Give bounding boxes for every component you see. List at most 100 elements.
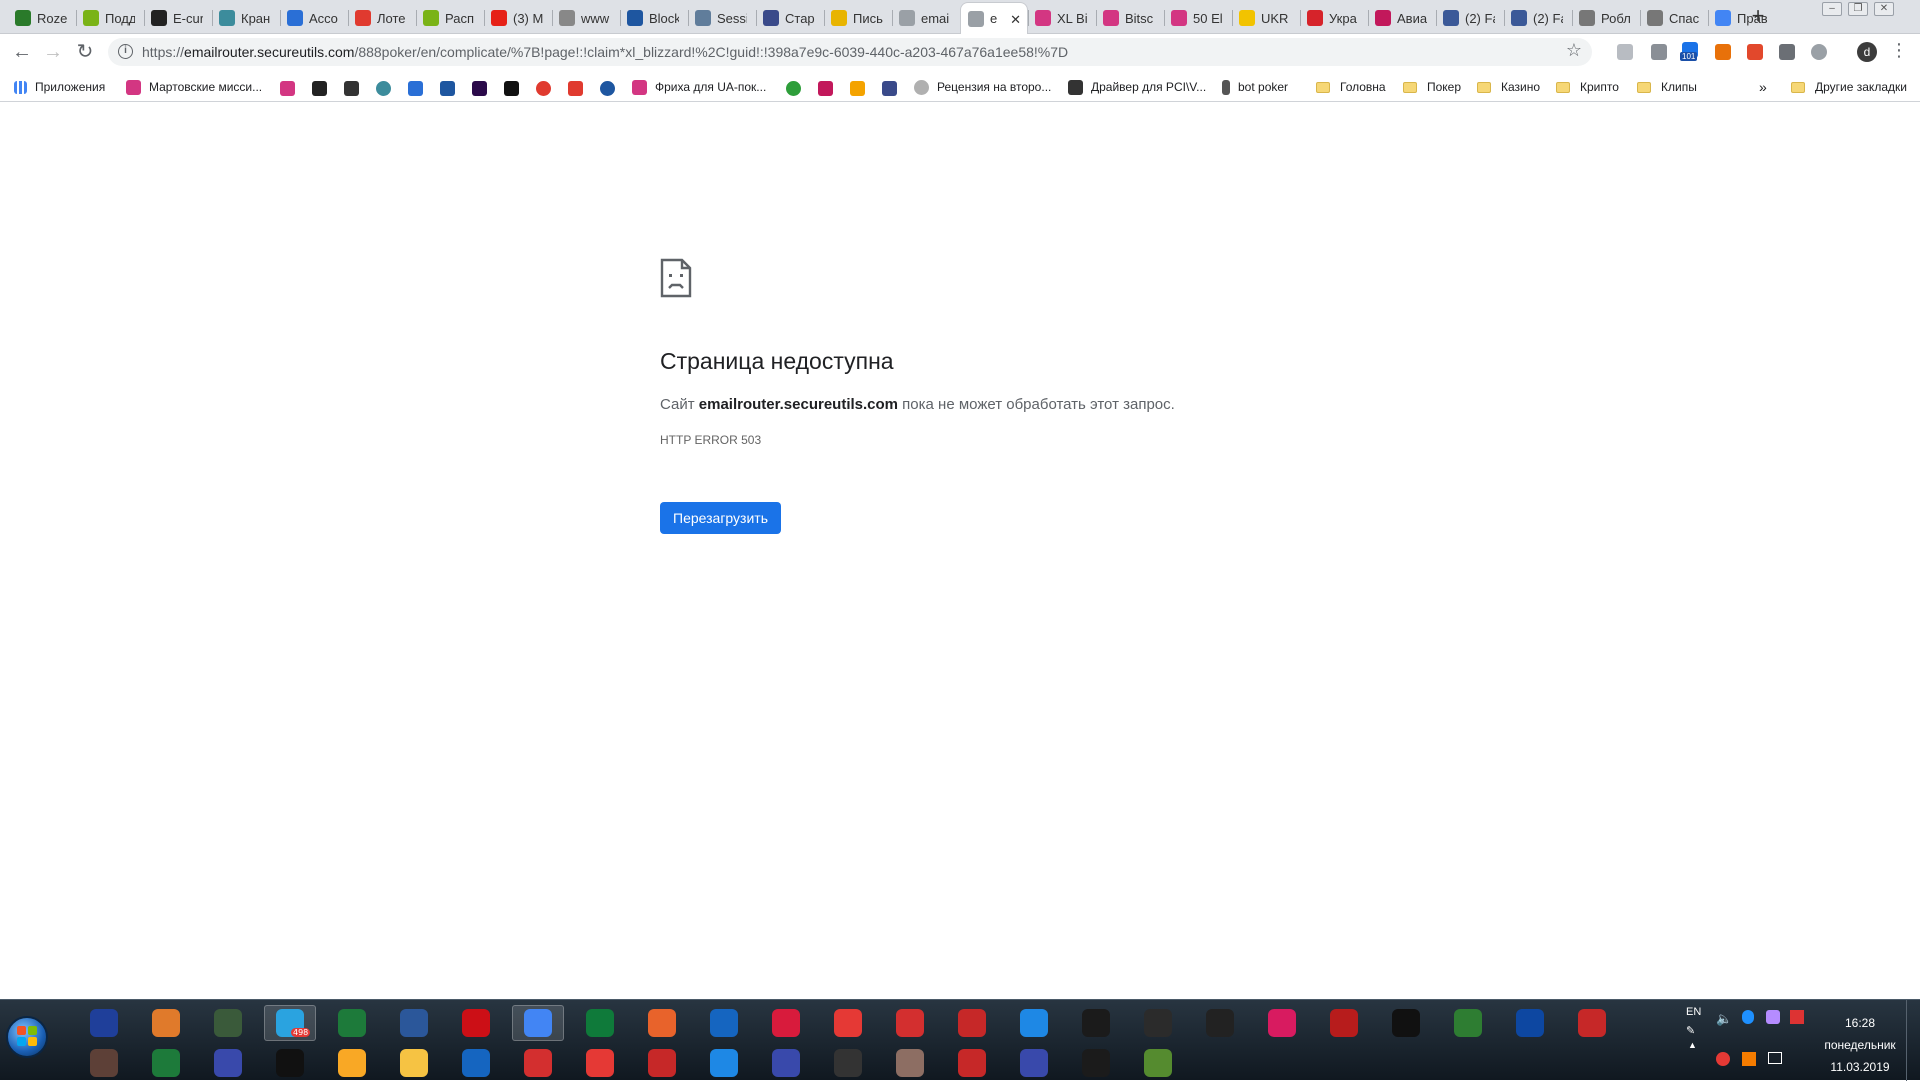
taskbar-app-button[interactable]	[202, 1045, 254, 1081]
taskbar-app-button[interactable]	[1380, 1005, 1432, 1041]
taskbar-app-button[interactable]	[202, 1005, 254, 1041]
taskbar-app-button[interactable]	[1504, 1005, 1556, 1041]
bookmark-icon-only[interactable]	[408, 81, 423, 96]
taskbar-app-button[interactable]	[78, 1005, 130, 1041]
action-center-icon[interactable]	[1768, 1052, 1782, 1064]
maximize-button[interactable]: ❐	[1848, 2, 1868, 16]
minimize-button[interactable]: –	[1822, 2, 1842, 16]
tab[interactable]: UKR	[1232, 2, 1300, 34]
bookmark-icon-only[interactable]	[376, 81, 391, 96]
taskbar-app-button[interactable]	[140, 1005, 192, 1041]
taskbar-app-button[interactable]	[1194, 1005, 1246, 1041]
start-button[interactable]	[6, 1016, 48, 1058]
tab[interactable]: Авиа	[1368, 2, 1436, 34]
reload-button[interactable]: Перезагрузить	[660, 502, 781, 534]
taskbar-app-button[interactable]	[574, 1005, 626, 1041]
bookmarks-overflow-chevron-icon[interactable]: »	[1759, 78, 1767, 96]
tray-pen-icon[interactable]: ✎	[1686, 1024, 1695, 1037]
taskbar-app-button[interactable]	[264, 1045, 316, 1081]
tab[interactable]: Block	[620, 2, 688, 34]
profile-avatar[interactable]: d	[1857, 42, 1877, 62]
bookmark-icon-only[interactable]	[786, 81, 801, 96]
tab[interactable]: emai	[892, 2, 960, 34]
tab[interactable]: Спас	[1640, 2, 1708, 34]
bookmark-icon-only[interactable]	[440, 81, 455, 96]
tab[interactable]: Acco	[280, 2, 348, 34]
taskbar-app-button[interactable]	[388, 1005, 440, 1041]
bookmark-folder-golovna[interactable]: Головна	[1316, 78, 1386, 96]
taskbar-app-button[interactable]	[1442, 1005, 1494, 1041]
taskbar-app-button[interactable]	[884, 1045, 936, 1081]
taskbar-app-button[interactable]	[636, 1045, 688, 1081]
reload-icon[interactable]: ↻	[73, 40, 97, 64]
forward-arrow-icon[interactable]: →	[41, 40, 65, 64]
taskbar-app-button[interactable]	[822, 1005, 874, 1041]
tab[interactable]: E-cur	[144, 2, 212, 34]
ublock-extension-icon[interactable]	[1747, 44, 1763, 60]
show-desktop-button[interactable]	[1906, 1000, 1920, 1081]
taskbar-app-button[interactable]	[1070, 1045, 1122, 1081]
taskbar-app-button[interactable]	[1070, 1005, 1122, 1041]
tab[interactable]: www	[552, 2, 620, 34]
taskbar-app-button[interactable]	[450, 1045, 502, 1081]
bookmark-icon-only[interactable]	[472, 81, 487, 96]
taskbar-app-button[interactable]	[512, 1005, 564, 1041]
bookmark-pci-driver[interactable]: Драйвер для PCI\V...	[1068, 78, 1206, 96]
taskbar-app-button[interactable]	[1318, 1005, 1370, 1041]
bookmark-icon-only[interactable]	[280, 81, 295, 96]
taskbar-app-button[interactable]	[760, 1005, 812, 1041]
taskbar-app-button[interactable]	[326, 1045, 378, 1081]
bookmark-folder-other[interactable]: Другие закладки	[1791, 78, 1907, 96]
tab[interactable]: Расп	[416, 2, 484, 34]
bookmark-march-missions[interactable]: Мартовские мисси...	[126, 78, 262, 96]
network-flag-icon[interactable]	[1790, 1010, 1804, 1024]
tab[interactable]: Подд	[76, 2, 144, 34]
bookmark-icon-only[interactable]	[536, 81, 551, 96]
bookmark-review[interactable]: Рецензия на второ...	[914, 78, 1051, 96]
taskbar-app-button[interactable]	[78, 1045, 130, 1081]
tab[interactable]: Пись	[824, 2, 892, 34]
tab[interactable]: Стар	[756, 2, 824, 34]
tab[interactable]: XL Bi	[1028, 2, 1096, 34]
tray-app-icon[interactable]	[1716, 1052, 1730, 1066]
bookmark-folder-clips[interactable]: Клипы	[1637, 78, 1697, 96]
back-arrow-icon[interactable]: ←	[10, 40, 34, 64]
taskbar-app-button[interactable]	[698, 1005, 750, 1041]
taskbar-app-button[interactable]	[698, 1045, 750, 1081]
taskbar-app-button[interactable]	[760, 1045, 812, 1081]
taskbar-app-button[interactable]	[946, 1045, 998, 1081]
grid-extension-icon[interactable]	[1779, 44, 1795, 60]
tab[interactable]: Укра	[1300, 2, 1368, 34]
bookmark-icon-only[interactable]	[312, 81, 327, 96]
taskbar-app-button[interactable]	[1566, 1005, 1618, 1041]
bookmark-folder-crypto[interactable]: Крипто	[1556, 78, 1619, 96]
bookmark-icon-only[interactable]	[600, 81, 615, 96]
address-bar[interactable]: i https://emailrouter.secureutils.com/88…	[108, 38, 1592, 66]
bookmark-star-icon[interactable]: ☆	[1566, 40, 1582, 61]
new-tab-button[interactable]: +	[1746, 5, 1770, 28]
taskbar-app-button[interactable]: 498	[264, 1005, 316, 1041]
taskbar-app-button[interactable]	[140, 1045, 192, 1081]
tab[interactable]: Sessi	[688, 2, 756, 34]
taskbar-app-button[interactable]	[946, 1005, 998, 1041]
taskbar-app-button[interactable]	[574, 1045, 626, 1081]
bookmark-icon-only[interactable]	[882, 81, 897, 96]
bookmark-bot-poker[interactable]: bot poker	[1222, 78, 1288, 96]
tab[interactable]: Лоте	[348, 2, 416, 34]
bookmark-icon-only[interactable]	[568, 81, 583, 96]
tab[interactable]: Кран	[212, 2, 280, 34]
bluetooth-icon[interactable]	[1742, 1010, 1754, 1024]
taskbar-app-button[interactable]	[388, 1045, 440, 1081]
tray-expand-icon[interactable]: ▲	[1688, 1040, 1697, 1050]
bookmark-folder-poker[interactable]: Покер	[1403, 78, 1461, 96]
taskbar-app-button[interactable]	[822, 1045, 874, 1081]
taskbar-app-button[interactable]	[884, 1005, 936, 1041]
taskbar-app-button[interactable]	[326, 1005, 378, 1041]
tab[interactable]: (2) Fa	[1504, 2, 1572, 34]
taskbar-app-button[interactable]	[1008, 1005, 1060, 1041]
close-window-button[interactable]: ✕	[1874, 2, 1894, 16]
tab[interactable]: 50 El	[1164, 2, 1232, 34]
tab[interactable]: Bitsc	[1096, 2, 1164, 34]
shield-check-extension-icon[interactable]	[1651, 44, 1667, 60]
taskbar-app-button[interactable]	[1132, 1005, 1184, 1041]
